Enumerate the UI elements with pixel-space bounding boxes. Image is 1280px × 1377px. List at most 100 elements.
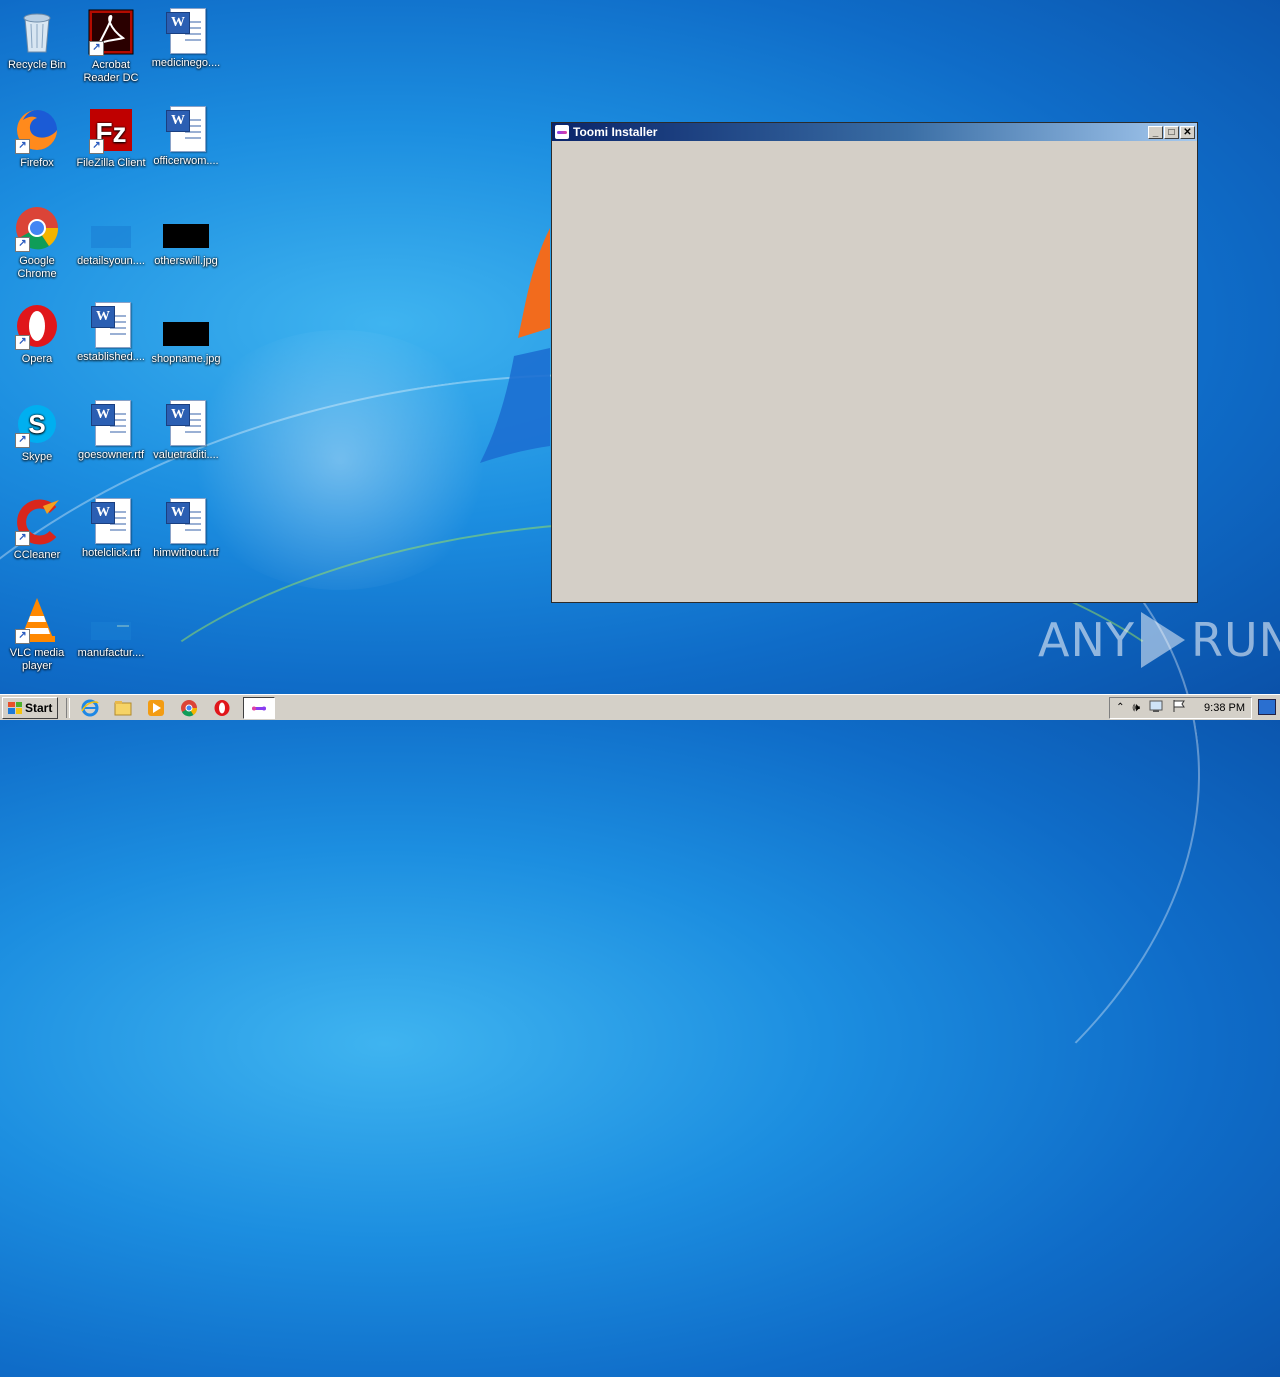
show-desktop-button[interactable] bbox=[1258, 699, 1276, 715]
toomi-installer-window[interactable]: Toomi Installer _ □ ✕ bbox=[551, 122, 1198, 603]
file-explorer-icon[interactable] bbox=[111, 697, 135, 719]
desktop-icon-firefox[interactable]: ↗ Firefox bbox=[0, 106, 74, 170]
skype-icon: S ↗ bbox=[13, 400, 61, 448]
word-document-icon: W bbox=[164, 400, 208, 446]
shortcut-arrow-icon: ↗ bbox=[15, 531, 30, 546]
chrome-icon[interactable] bbox=[177, 697, 201, 719]
desktop-icon-recycle-bin[interactable]: Recycle Bin bbox=[0, 8, 74, 72]
desktop-icon-label: FileZilla Client bbox=[76, 157, 146, 169]
desktop-icon-label: valuetraditi.... bbox=[153, 449, 219, 461]
show-hidden-icons-chevron-icon[interactable]: ⌃ bbox=[1116, 702, 1124, 713]
desktop-icon-label: Recycle Bin bbox=[7, 59, 67, 71]
maximize-button[interactable]: □ bbox=[1164, 125, 1179, 139]
desktop-icon-label: Firefox bbox=[20, 157, 54, 169]
desktop-icon-label: Acrobat Reader DC bbox=[83, 59, 139, 84]
firefox-icon: ↗ bbox=[13, 106, 61, 154]
close-button[interactable]: ✕ bbox=[1180, 125, 1195, 139]
desktop-icon-goesowner[interactable]: W goesowner.rtf bbox=[74, 400, 148, 462]
desktop-icon-shopname[interactable]: shopname.jpg bbox=[149, 302, 223, 366]
desktop-icon-detailsyoun[interactable]: detailsyoun.... bbox=[74, 204, 148, 268]
action-center-flag-icon[interactable] bbox=[1172, 699, 1186, 716]
desktop-icon-opera[interactable]: ↗ Opera bbox=[0, 302, 74, 366]
shortcut-arrow-icon: ↗ bbox=[89, 41, 104, 56]
taskbar: Start ⌃ 🕪 9:38 PM bbox=[0, 694, 1280, 720]
acrobat-reader-icon: ↗ bbox=[87, 8, 135, 56]
windows-logo-wallpaper bbox=[480, 228, 550, 463]
image-file-icon bbox=[87, 204, 135, 252]
word-document-icon: W bbox=[89, 498, 133, 544]
windows-flag-icon bbox=[8, 701, 22, 714]
shortcut-arrow-icon: ↗ bbox=[15, 237, 30, 252]
opera-icon[interactable] bbox=[210, 697, 234, 719]
desktop-icon-label: Google Chrome bbox=[17, 255, 57, 280]
desktop-icon-himwithout[interactable]: W himwithout.rtf bbox=[149, 498, 223, 560]
watermark-left-text: ANY bbox=[1038, 613, 1135, 667]
play-logo-icon bbox=[1140, 612, 1185, 668]
watermark-right-text: RUN bbox=[1190, 613, 1280, 667]
start-label: Start bbox=[25, 700, 53, 715]
word-document-icon: W bbox=[164, 498, 208, 544]
word-document-icon: W bbox=[164, 106, 208, 152]
desktop-icon-label: medicinego.... bbox=[151, 57, 221, 69]
network-icon[interactable] bbox=[1148, 699, 1164, 716]
desktop-icon-label: manufactur.... bbox=[77, 647, 145, 659]
desktop-icon-hotelclick[interactable]: W hotelclick.rtf bbox=[74, 498, 148, 560]
desktop-icon-filezilla[interactable]: Fz ↗ FileZilla Client bbox=[74, 106, 148, 170]
volume-icon[interactable]: 🕪 bbox=[1132, 700, 1140, 715]
system-tray: ⌃ 🕪 9:38 PM bbox=[1109, 696, 1252, 719]
shortcut-arrow-icon: ↗ bbox=[15, 629, 30, 644]
desktop-icon-ccleaner[interactable]: ↗ CCleaner bbox=[0, 498, 74, 562]
taskbar-separator bbox=[66, 697, 71, 718]
image-file-icon bbox=[162, 302, 210, 350]
shortcut-arrow-icon: ↗ bbox=[15, 139, 30, 154]
window-client-area bbox=[552, 141, 1197, 602]
desktop-icon-label: Opera bbox=[21, 353, 53, 365]
ccleaner-icon: ↗ bbox=[13, 498, 61, 546]
image-file-icon bbox=[162, 204, 210, 252]
svg-text:S: S bbox=[28, 409, 45, 439]
wallpaper-swoosh bbox=[60, 520, 1264, 1124]
start-button[interactable]: Start bbox=[2, 696, 59, 719]
media-player-icon[interactable] bbox=[144, 697, 168, 719]
word-document-icon: W bbox=[89, 302, 133, 348]
desktop-icon-manufactur[interactable]: manufactur.... bbox=[74, 596, 148, 660]
toomi-installer-taskbar-button[interactable] bbox=[243, 696, 276, 719]
filezilla-icon: Fz ↗ bbox=[87, 106, 135, 154]
desktop-icon-officerwom[interactable]: W officerwom.... bbox=[149, 106, 223, 168]
shortcut-arrow-icon: ↗ bbox=[15, 335, 30, 350]
image-file-icon bbox=[87, 596, 135, 644]
anyrun-watermark: ANY RUN bbox=[1038, 612, 1280, 668]
desktop-icon-label: otherswill.jpg bbox=[154, 255, 218, 267]
desktop-icon-valuetraditi[interactable]: W valuetraditi.... bbox=[149, 400, 223, 462]
desktop-icon-label: established.... bbox=[77, 351, 145, 363]
window-titlebar[interactable]: Toomi Installer _ □ ✕ bbox=[552, 123, 1197, 141]
taskbar-clock[interactable]: 9:38 PM bbox=[1204, 702, 1245, 714]
desktop-icon-google-chrome[interactable]: ↗ Google Chrome bbox=[0, 204, 74, 281]
window-controls: _ □ ✕ bbox=[1148, 125, 1197, 139]
desktop-icon-acrobat-reader[interactable]: ↗ Acrobat Reader DC bbox=[74, 8, 148, 85]
word-document-icon: W bbox=[164, 8, 208, 54]
desktop-icon-label: himwithout.rtf bbox=[153, 547, 219, 559]
chrome-icon: ↗ bbox=[13, 204, 61, 252]
desktop-icon-skype[interactable]: S ↗ Skype bbox=[0, 400, 74, 464]
desktop-icon-label: shopname.jpg bbox=[151, 353, 221, 365]
toomi-app-icon bbox=[555, 125, 569, 139]
window-title: Toomi Installer bbox=[573, 125, 658, 139]
desktop-icon-label: hotelclick.rtf bbox=[81, 547, 141, 559]
desktop-icon-established[interactable]: W established.... bbox=[74, 302, 148, 364]
word-document-icon: W bbox=[89, 400, 133, 446]
vlc-icon: ↗ bbox=[13, 596, 61, 644]
internet-explorer-icon[interactable] bbox=[78, 697, 102, 719]
desktop-icon-label: CCleaner bbox=[13, 549, 61, 561]
desktop-icon-otherswill[interactable]: otherswill.jpg bbox=[149, 204, 223, 268]
desktop-icon-label: VLC media player bbox=[9, 647, 65, 672]
desktop-icon-label: detailsyoun.... bbox=[77, 255, 145, 267]
desktop-icon-label: Skype bbox=[21, 451, 53, 463]
desktop-icon-label: officerwom.... bbox=[153, 155, 219, 167]
desktop-icon-label: goesowner.rtf bbox=[77, 449, 145, 461]
desktop-icon-medicinego[interactable]: W medicinego.... bbox=[149, 8, 223, 70]
opera-icon: ↗ bbox=[13, 302, 61, 350]
recycle-bin-icon bbox=[13, 8, 61, 56]
desktop-icon-vlc[interactable]: ↗ VLC media player bbox=[0, 596, 74, 673]
minimize-button[interactable]: _ bbox=[1148, 125, 1163, 139]
